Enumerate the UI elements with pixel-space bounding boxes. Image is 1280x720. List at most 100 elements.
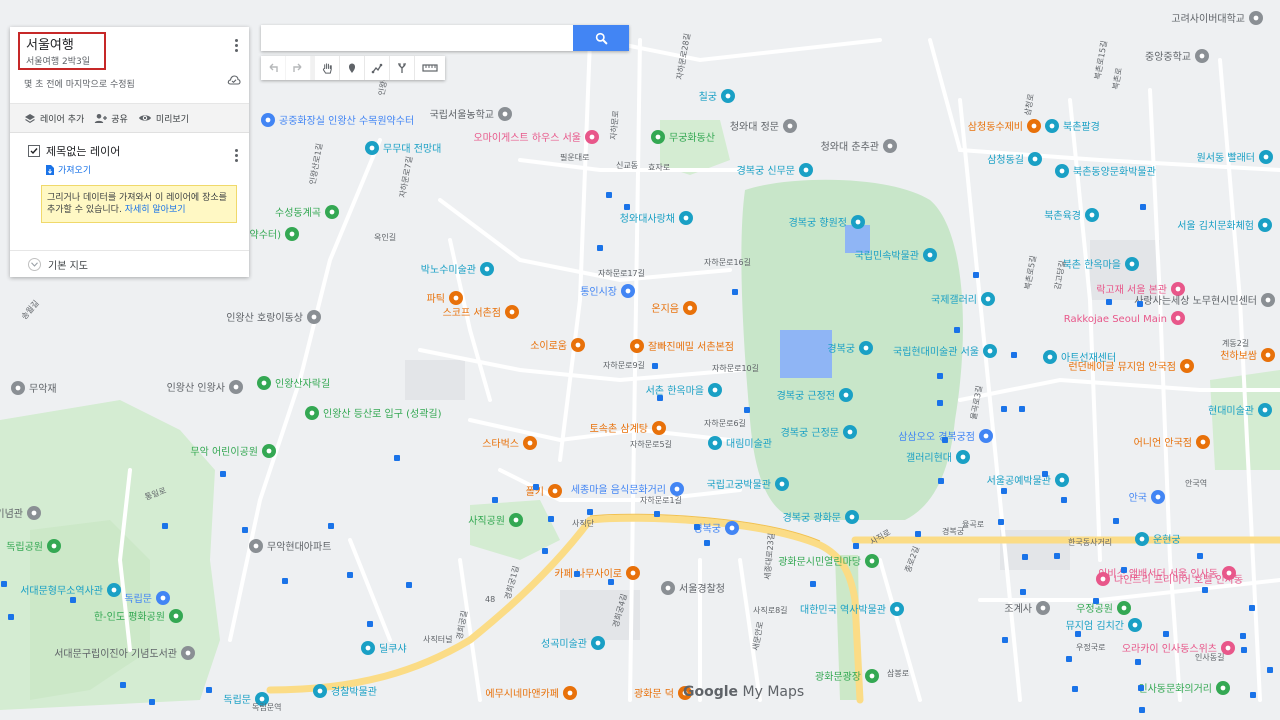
bus-stop-icon[interactable] (853, 543, 859, 549)
map-poi[interactable]: 삼청동길 (987, 152, 1042, 166)
poi-label[interactable]: 삼청동길 (987, 153, 1024, 166)
map-description[interactable]: 서울여행 2박3일 (26, 56, 98, 68)
map-poi[interactable]: 사랑사는세상 노무현시민센터 (1134, 293, 1275, 307)
bus-stop-icon[interactable] (347, 572, 353, 578)
poi-label[interactable]: 수성동계곡 (275, 207, 321, 219)
poi-label[interactable]: 독립공원 (6, 540, 43, 553)
poi-label[interactable]: 성곡미술관 (541, 638, 587, 650)
map-poi[interactable]: 경복궁 광화문 (783, 510, 859, 524)
poi-label[interactable]: 세종마을 음식문화거리 (571, 484, 666, 496)
map-poi[interactable]: 청와대 춘추관 (821, 139, 897, 153)
bus-stop-icon[interactable] (220, 471, 226, 477)
bus-stop-icon[interactable] (1019, 406, 1025, 412)
redo-button[interactable] (286, 56, 311, 80)
bus-stop-icon[interactable] (1140, 204, 1146, 210)
map-poi[interactable]: 서울경찰청 (661, 581, 725, 595)
poi-label[interactable]: 청와대 춘추관 (821, 141, 879, 153)
map-poi[interactable]: 중앙중학교 (1145, 49, 1209, 63)
bus-stop-icon[interactable] (1241, 647, 1247, 653)
bus-stop-icon[interactable] (1001, 406, 1007, 412)
poi-label[interactable]: 스코프 서촌점 (443, 307, 501, 319)
map-title-box[interactable]: 서울여행 서울여행 2박3일 (18, 32, 106, 70)
map-poi[interactable]: 대림미술관 (708, 436, 772, 450)
bus-stop-icon[interactable] (1022, 554, 1028, 560)
map-poi[interactable]: 한 대한민국 임시정부 기념관 (0, 506, 41, 520)
bus-stop-icon[interactable] (492, 497, 498, 503)
bus-stop-icon[interactable] (206, 687, 212, 693)
map-poi[interactable]: 천하보쌈 (1220, 348, 1275, 362)
map-poi[interactable]: 독립공원 (6, 539, 61, 553)
bus-stop-icon[interactable] (1072, 686, 1078, 692)
poi-label[interactable]: 온지음 (651, 303, 679, 315)
bus-stop-icon[interactable] (1163, 631, 1169, 637)
add-directions-button[interactable] (390, 56, 415, 80)
bus-stop-icon[interactable] (120, 682, 126, 688)
map-poi[interactable]: 파틱 (427, 291, 463, 305)
map-poi[interactable]: 갤러리현대 (906, 450, 970, 464)
bus-stop-icon[interactable] (1075, 631, 1081, 637)
poi-label[interactable]: 통인시장 (580, 286, 617, 298)
bus-stop-icon[interactable] (1202, 587, 1208, 593)
map-poi[interactable]: 폴키 (526, 484, 562, 498)
poi-label[interactable]: 칠궁 (699, 91, 717, 103)
map-poi[interactable]: 런던베이글 뮤지엄 안국점 (1068, 359, 1194, 373)
bus-stop-icon[interactable] (149, 699, 155, 705)
poi-label[interactable]: 북촌 한옥마을 (1063, 259, 1121, 271)
poi-label[interactable]: 천하보쌈 (1220, 349, 1257, 362)
map-poi[interactable]: 경복궁 근정문 (781, 425, 857, 439)
map-poi[interactable]: 서촌 한옥마을 (646, 383, 722, 397)
map-poi[interactable]: 수성동계곡 (275, 205, 339, 219)
add-marker-button[interactable] (340, 56, 365, 80)
draw-line-button[interactable] (365, 56, 390, 80)
bus-stop-icon[interactable] (1267, 667, 1273, 673)
poi-label[interactable]: 카페 나무사이로 (554, 568, 622, 580)
base-map-label[interactable]: 기본 지도 (48, 257, 88, 272)
poi-label[interactable]: 인왕산 인왕사 (167, 382, 225, 394)
bus-stop-icon[interactable] (587, 509, 593, 515)
map-poi[interactable]: 통인시장 (580, 284, 635, 298)
bus-stop-icon[interactable] (937, 400, 943, 406)
bus-stop-icon[interactable] (744, 407, 750, 413)
bus-stop-icon[interactable] (1121, 567, 1127, 573)
bus-stop-icon[interactable] (998, 519, 1004, 525)
bus-stop-icon[interactable] (282, 578, 288, 584)
poi-label[interactable]: 독립문 (124, 592, 152, 605)
poi-label[interactable]: 딜쿠샤 (379, 643, 407, 655)
poi-label[interactable]: 경복궁 근정문 (781, 426, 839, 439)
poi-label[interactable]: 서울 김치문화체험 (1177, 220, 1254, 232)
bus-stop-icon[interactable] (406, 582, 412, 588)
measure-button[interactable] (415, 56, 445, 80)
poi-label[interactable]: 공중화장실 인왕산 수목원약수터 (279, 115, 414, 127)
map-poi[interactable]: 경복궁 (827, 341, 873, 355)
bus-stop-icon[interactable] (810, 581, 816, 587)
map-poi[interactable]: 우정공원 (1076, 601, 1131, 615)
map-poi[interactable]: 안국 (1129, 490, 1165, 504)
poi-label[interactable]: 인사동문화의거리 (1138, 683, 1212, 695)
map-poi[interactable]: 성곡미술관 (541, 636, 605, 650)
bus-stop-icon[interactable] (1001, 488, 1007, 494)
layer-name[interactable]: 제목없는 레이어 (46, 143, 120, 159)
map-poi[interactable]: 북촌팔경 (1045, 119, 1100, 133)
poi-label[interactable]: 경복궁 근정전 (777, 389, 835, 402)
map-poi[interactable]: 조계사 (1004, 601, 1050, 615)
poi-label[interactable]: 광화문 덕 (634, 688, 674, 700)
poi-label[interactable]: 청와대 정문 (730, 121, 779, 133)
poi-label[interactable]: 국립현대미술관 서울 (893, 345, 979, 358)
poi-label[interactable]: 서울공예박물관 (987, 475, 1051, 487)
import-button[interactable]: 가져오기 (10, 163, 249, 176)
map-poi[interactable]: 토속촌 삼계탕 (590, 421, 666, 435)
bus-stop-icon[interactable] (1054, 553, 1060, 559)
poi-label[interactable]: 독립문 (223, 693, 251, 706)
bus-stop-icon[interactable] (654, 511, 660, 517)
poi-label[interactable]: 갤러리현대 (906, 452, 952, 464)
poi-label[interactable]: 대한민국 역사박물관 (800, 604, 886, 616)
map-poi[interactable]: 무궁화동산 (651, 130, 715, 144)
poi-label[interactable]: 사직공원 (468, 515, 505, 527)
bus-stop-icon[interactable] (1020, 589, 1026, 595)
poi-label[interactable]: 서대문형무소역사관 (20, 585, 103, 597)
bus-stop-icon[interactable] (8, 614, 14, 620)
layer-visibility-checkbox[interactable] (28, 145, 40, 157)
map-title[interactable]: 서울여행 (26, 38, 98, 54)
poi-label[interactable]: 현대미술관 (1208, 405, 1254, 417)
map-poi[interactable]: 경찰박물관 (313, 684, 377, 698)
